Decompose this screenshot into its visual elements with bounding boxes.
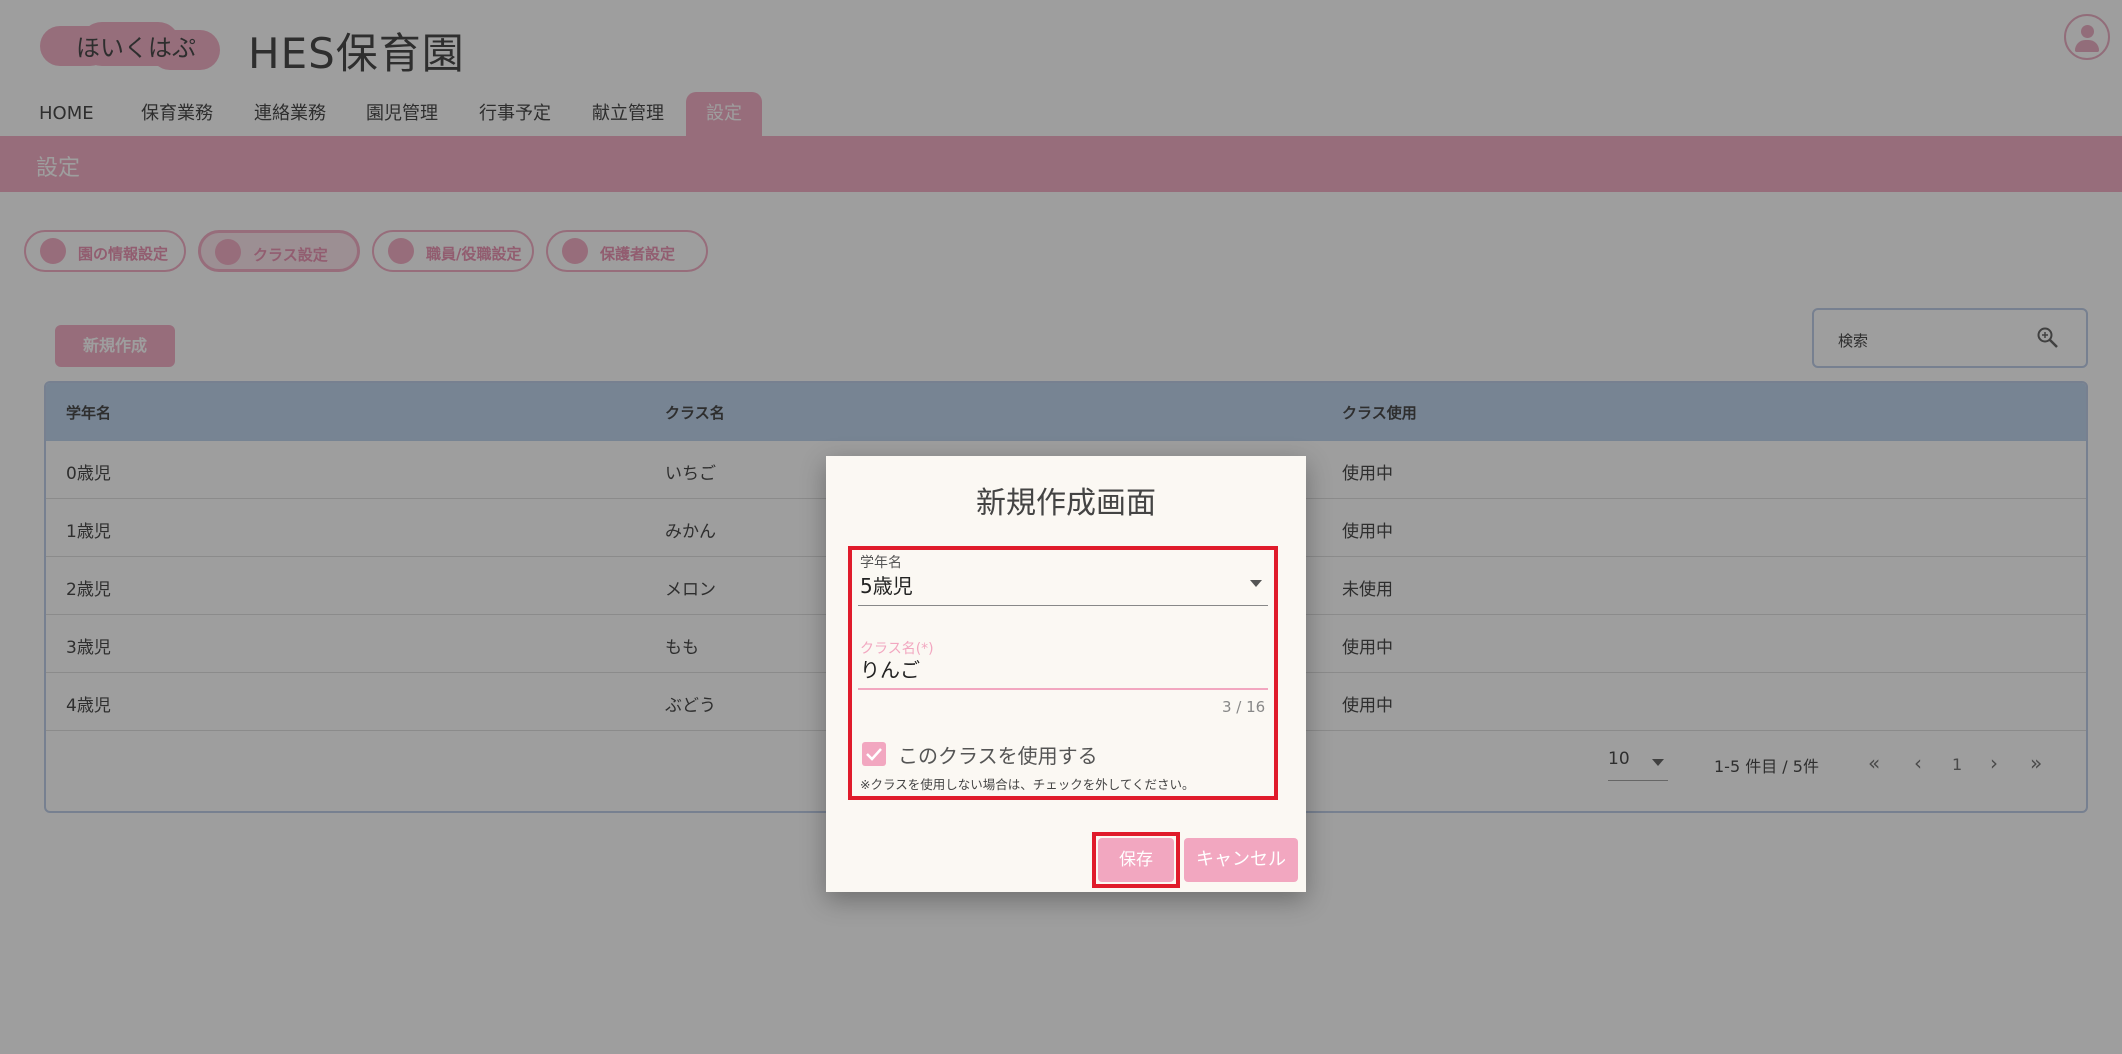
save-button[interactable]: 保存	[1098, 838, 1174, 882]
class-name-value: りんご	[860, 658, 920, 682]
checkbox-note: ※クラスを使用しない場合は、チェックを外してください。	[860, 777, 1195, 792]
new-class-dialog: 新規作成画面 学年名 5歳児 クラス名(*) りんご 3 / 16 このクラスを…	[826, 456, 1306, 892]
dialog-title: 新規作成画面	[976, 486, 1156, 521]
cancel-button[interactable]: キャンセル	[1184, 838, 1298, 882]
use-class-label[interactable]: このクラスを使用する	[898, 740, 1098, 769]
use-class-checkbox[interactable]	[862, 742, 886, 766]
grade-value: 5歳児	[860, 574, 913, 598]
char-counter: 3 / 16	[1222, 698, 1266, 716]
grade-select[interactable]: 5歳児	[858, 566, 1268, 602]
chevron-down-icon	[1250, 580, 1262, 587]
class-name-input[interactable]: りんご	[858, 652, 1268, 688]
check-icon	[866, 748, 882, 761]
